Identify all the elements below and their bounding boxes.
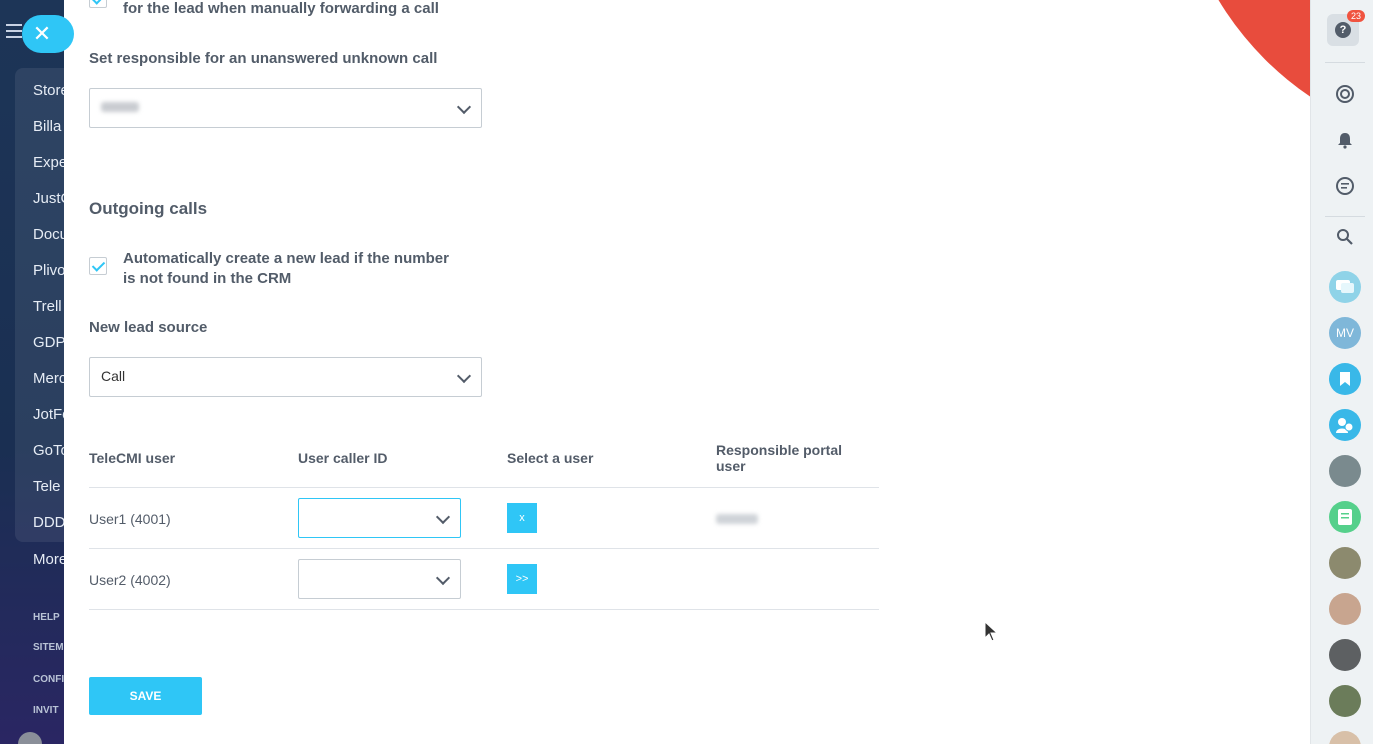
unanswered-label: Set responsible for an unanswered unknow… [89,50,438,67]
nav-footer-item[interactable]: CONFI [33,674,64,685]
nav-item[interactable]: Docu [33,226,68,243]
nav-item[interactable]: Trell [33,298,62,315]
avatar[interactable] [18,732,42,744]
table-divider [89,548,879,549]
bell-icon[interactable] [1329,124,1361,156]
header-responsible: Responsible portal user [716,442,842,474]
avatar[interactable] [1329,455,1361,487]
nav-item[interactable]: Tele [33,478,61,495]
avatar[interactable] [1329,547,1361,579]
chevron-down-icon [456,368,472,384]
decorative-circle [1174,0,1310,150]
table-row-user: User1 (4001) [89,511,171,527]
bookmark-icon[interactable] [1329,363,1361,395]
right-sidebar: ? 23 MV [1310,0,1373,744]
table-row-user: User2 (4002) [89,572,171,588]
header-select-user: Select a user [507,450,594,466]
header-telecmi-user: TeleCMI user [89,450,176,466]
chevron-down-icon [456,99,472,115]
forwarding-label: for the lead when manually forwarding a … [123,0,439,17]
blurred-responsible-user [716,514,758,524]
forwarding-checkbox[interactable] [89,0,107,8]
select-user-button[interactable]: >> [507,564,537,594]
header-caller-id: User caller ID [298,450,388,466]
lead-source-select[interactable]: Call [89,357,482,397]
chevron-down-icon [435,570,451,586]
auto-create-lead-checkbox[interactable] [89,257,107,275]
search-icon[interactable] [1329,221,1361,253]
caller-id-select[interactable] [298,498,461,538]
target-icon[interactable] [1329,78,1361,110]
nav-item-more[interactable]: More [33,551,67,568]
avatar[interactable] [1329,593,1361,625]
outgoing-calls-title: Outgoing calls [89,199,208,218]
help-count-badge: 23 [1347,10,1366,22]
chat-icon[interactable] [1329,170,1361,202]
nav-item[interactable]: GDP [33,334,66,351]
nav-item[interactable]: Billa [33,118,61,135]
auto-create-lead-label-line1: Automatically create a new lead if the n… [123,250,449,267]
close-icon: ✕ [32,21,52,46]
lead-source-label: New lead source [89,319,208,336]
remove-user-button[interactable]: x [507,503,537,533]
avatar[interactable] [1329,731,1361,744]
nav-item[interactable]: DDD [33,514,66,531]
save-button[interactable]: SAVE [89,677,202,715]
user-clock-icon[interactable] [1329,409,1361,441]
document-icon[interactable] [1329,501,1361,533]
blurred-value [101,102,139,112]
caller-id-select[interactable] [298,559,461,599]
header-responsible-line2: user [716,458,746,474]
nav-footer-item[interactable]: HELP [33,612,60,623]
chevron-down-icon [435,509,451,525]
nav-item[interactable]: Merc [33,370,66,387]
divider [1325,62,1365,63]
unanswered-responsible-select[interactable] [89,88,482,128]
avatar[interactable] [1329,639,1361,671]
nav-item[interactable]: Plivo [33,262,66,279]
avatar[interactable] [1329,685,1361,717]
auto-create-lead-label: Automatically create a new lead if the n… [123,249,449,289]
header-responsible-line1: Responsible portal [716,442,843,458]
lead-source-value: Call [101,368,126,384]
close-slider-button[interactable]: ✕ [22,15,74,53]
table-divider [89,609,879,610]
left-navigation: Store Billa Expe JustC Docu Plivo Trell … [0,0,70,744]
avatar-mv[interactable]: MV [1329,317,1361,349]
nav-footer-item[interactable]: SITEM [33,642,64,653]
nav-item[interactable]: Expe [33,154,67,171]
menu-icon[interactable] [6,24,22,38]
open-channels-icon[interactable] [1329,271,1361,303]
auto-create-lead-label-line2: is not found in the CRM [123,270,292,287]
settings-panel: for the lead when manually forwarding a … [64,0,1310,744]
table-divider [89,487,879,488]
divider [1325,216,1365,217]
help-icon: ? [1335,22,1351,38]
nav-footer-item[interactable]: INVIT [33,705,59,716]
